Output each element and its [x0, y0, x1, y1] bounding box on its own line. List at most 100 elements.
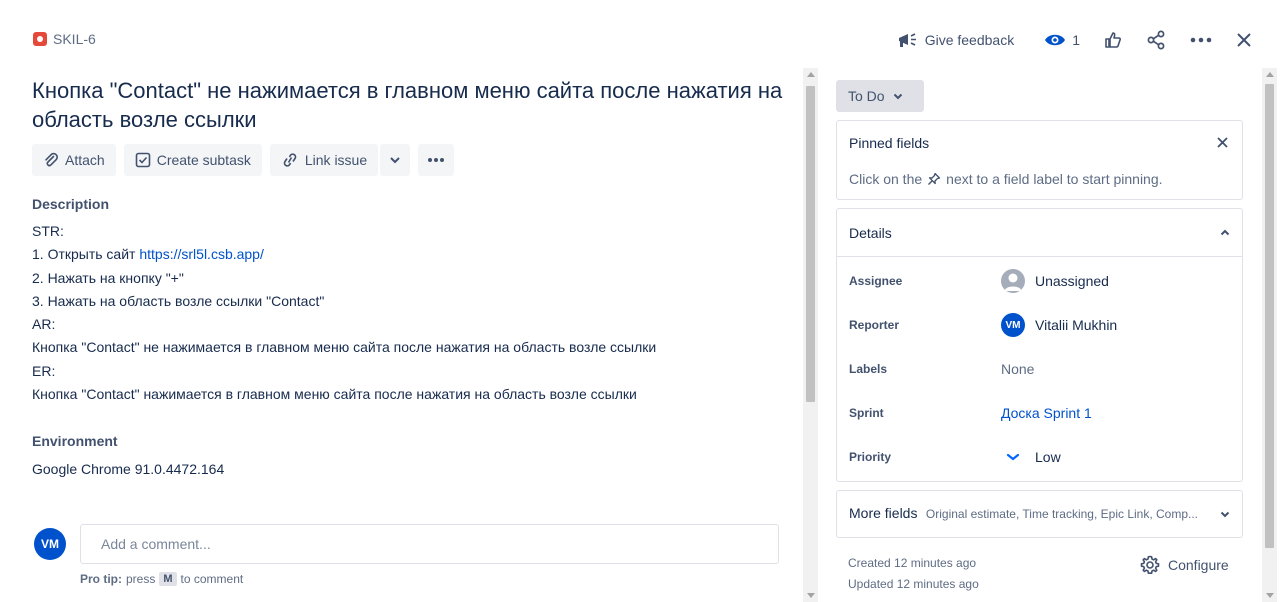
field-value[interactable]: VM Vitalii Mukhin	[1001, 313, 1117, 337]
toolbar-more-button[interactable]	[418, 144, 455, 176]
details-panel: Details Assignee Unassigned Reporter VM …	[836, 208, 1243, 482]
chevron-up-icon	[1220, 229, 1230, 236]
create-subtask-label: Create subtask	[156, 152, 251, 168]
add-comment-input[interactable]: Add a comment...	[80, 524, 779, 564]
configure-label: Configure	[1168, 557, 1229, 573]
field-reporter[interactable]: Reporter VM Vitalii Mukhin	[849, 309, 1229, 341]
environment-heading: Environment	[32, 433, 118, 449]
field-label: Sprint	[849, 406, 884, 420]
link-icon	[283, 153, 297, 167]
field-labels[interactable]: Labels None	[849, 353, 1229, 385]
issue-toolbar: Attach Create subtask Link issue	[32, 144, 455, 176]
scroll-up-arrow[interactable]	[807, 72, 815, 77]
more-fields-title: More fields	[849, 505, 918, 521]
keyboard-shortcut-key: M	[159, 572, 177, 586]
field-label: Reporter	[849, 318, 900, 332]
description-line: Кнопка "Contact" не нажимается в главном…	[32, 339, 657, 356]
attach-button[interactable]: Attach	[32, 144, 116, 176]
scroll-up-arrow[interactable]	[1266, 72, 1274, 77]
field-sprint[interactable]: Sprint Доска Sprint 1	[849, 397, 1229, 429]
link-issue-group: Link issue	[269, 144, 411, 176]
description-line: STR:	[32, 223, 64, 239]
avatar: VM	[34, 528, 66, 560]
field-assignee[interactable]: Assignee Unassigned	[849, 265, 1229, 297]
field-value[interactable]: Low	[1001, 449, 1061, 465]
field-label: Priority	[849, 450, 892, 464]
create-subtask-button[interactable]: Create subtask	[123, 144, 262, 176]
link-issue-dropdown-button[interactable]	[380, 144, 411, 176]
pinned-fields-panel: Pinned fields Click on the next to a fie…	[836, 120, 1243, 200]
vote-button[interactable]	[1096, 26, 1130, 54]
chevron-down-icon	[1220, 511, 1230, 517]
sidebar-scrollbar[interactable]	[1262, 68, 1277, 602]
description-line: 2. Нажать на кнопку "+"	[32, 269, 184, 286]
scroll-down-arrow[interactable]	[1266, 593, 1274, 598]
chevron-down-icon	[390, 157, 400, 164]
description-line: Кнопка "Contact" нажимается в главном ме…	[32, 386, 637, 403]
details-title: Details	[849, 224, 892, 241]
field-value[interactable]: Доска Sprint 1	[1001, 405, 1092, 421]
scroll-thumb[interactable]	[1265, 84, 1274, 548]
close-button[interactable]	[1228, 26, 1260, 54]
close-icon	[1237, 33, 1251, 47]
chevron-down-icon	[893, 93, 902, 99]
field-priority[interactable]: Priority Low	[849, 441, 1229, 473]
scroll-down-arrow[interactable]	[807, 593, 815, 598]
more-fields-toggle[interactable]: More fields Original estimate, Time trac…	[836, 490, 1243, 538]
share-button[interactable]	[1138, 26, 1174, 54]
attach-label: Attach	[65, 152, 105, 168]
gear-icon	[1140, 555, 1160, 574]
avatar: VM	[1001, 313, 1025, 337]
give-feedback-label: Give feedback	[924, 32, 1015, 48]
updated-timestamp: Updated 12 minutes ago	[848, 577, 979, 591]
close-pinned-button[interactable]	[1217, 133, 1228, 151]
pinned-hint-prefix: Click on the	[849, 171, 923, 187]
status-label: To Do	[848, 88, 885, 104]
more-actions-button[interactable]	[1182, 26, 1220, 54]
description-link[interactable]: https://srl5l.csb.app/	[139, 246, 264, 262]
created-timestamp: Created 12 minutes ago	[848, 556, 977, 570]
description-line: ER:	[32, 362, 56, 379]
issue-main-column: Кнопка "Contact" не нажимается в главном…	[0, 0, 818, 602]
details-toggle[interactable]: Details	[837, 209, 1242, 257]
unassigned-avatar-icon	[1001, 269, 1025, 293]
eye-icon	[1045, 34, 1066, 46]
link-issue-button[interactable]: Link issue	[269, 144, 379, 176]
reporter-name: Vitalii Mukhin	[1035, 317, 1118, 333]
labels-value[interactable]: None	[1001, 361, 1034, 377]
field-label: Assignee	[849, 274, 903, 288]
megaphone-icon	[898, 33, 916, 47]
thumbs-up-icon	[1105, 32, 1121, 48]
paperclip-icon	[45, 152, 58, 167]
pinned-hint-suffix: next to a field label to start pinning.	[946, 171, 1163, 187]
priority-low-icon	[1006, 453, 1020, 461]
configure-button[interactable]: Configure	[1140, 555, 1229, 575]
main-scrollbar[interactable]	[803, 68, 818, 602]
status-dropdown-button[interactable]: To Do	[836, 80, 924, 112]
more-horizontal-icon	[1190, 37, 1212, 43]
watch-button[interactable]: 1	[1036, 26, 1088, 54]
close-icon	[1217, 137, 1228, 148]
more-fields-summary: Original estimate, Time tracking, Epic L…	[925, 507, 1199, 521]
description-body[interactable]: STR: 1. Открыть сайт https://srl5l.csb.a…	[32, 220, 656, 406]
description-line: 1. Открыть сайт https://srl5l.csb.app/	[32, 243, 656, 266]
scroll-thumb[interactable]	[806, 86, 815, 402]
link-issue-label: Link issue	[304, 152, 368, 168]
description-line: 3. Нажать на область возле ссылки "Conta…	[32, 292, 325, 309]
comment-protip: Pro tip: press M to comment	[80, 572, 243, 586]
field-value[interactable]: Unassigned	[1001, 269, 1109, 293]
environment-value[interactable]: Google Chrome 91.0.4472.164	[32, 461, 224, 477]
field-label: Labels	[849, 362, 888, 376]
sprint-link[interactable]: Доска Sprint 1	[1001, 405, 1092, 421]
issue-top-actions: Give feedback 1	[889, 26, 1260, 54]
more-fields-heading: More fields Original estimate, Time trac…	[849, 505, 1198, 523]
description-heading: Description	[32, 196, 110, 212]
share-icon	[1147, 30, 1165, 50]
protip-text: to comment	[180, 572, 244, 586]
issue-summary[interactable]: Кнопка "Contact" не нажимается в главном…	[32, 76, 792, 134]
give-feedback-button[interactable]: Give feedback	[889, 26, 1023, 54]
protip-label: Pro tip:	[80, 572, 122, 586]
pinned-fields-hint: Click on the next to a field label to st…	[849, 171, 1163, 187]
protip-text: press	[126, 572, 156, 586]
more-horizontal-icon	[428, 158, 445, 162]
